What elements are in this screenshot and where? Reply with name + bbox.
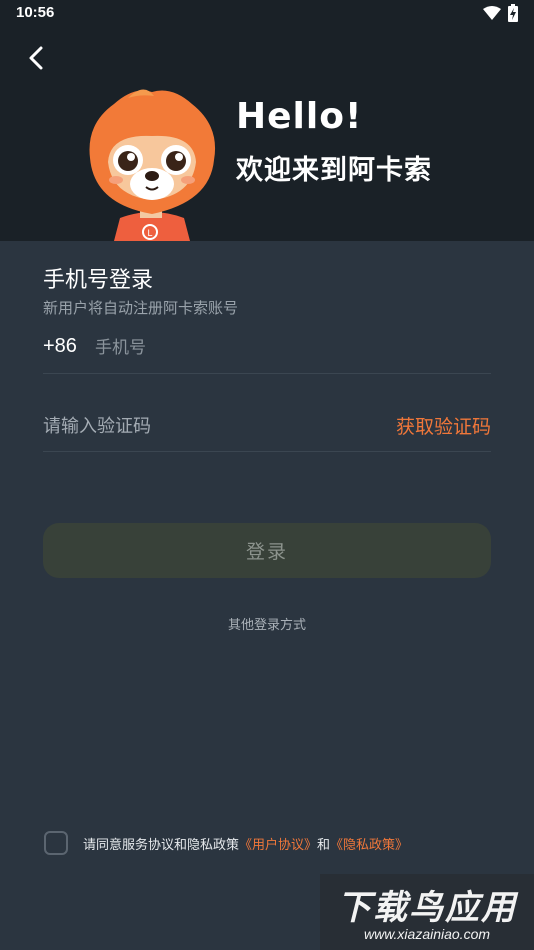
agreement-text-line: 请同意服务协议和隐私政策《用户协议》和《隐私政策》 (83, 834, 408, 853)
mascot-badge-letter: L (147, 228, 152, 238)
back-chevron-icon[interactable] (22, 42, 50, 74)
agreement-checkbox[interactable] (44, 831, 68, 855)
wifi-icon (483, 6, 501, 20)
verification-field-row: 获取验证码 (43, 404, 491, 452)
login-screen: 10:56 L Hello! 欢迎来到阿卡索 手机号登录 新用户将自动注册阿卡索… (0, 0, 534, 950)
phone-input[interactable] (95, 334, 475, 362)
agreement-row: 请同意服务协议和隐私政策《用户协议》和《隐私政策》 (44, 830, 514, 856)
phone-field-row: +86 (43, 328, 491, 374)
status-bar: 10:56 (0, 0, 534, 28)
battery-icon (508, 4, 518, 22)
user-agreement-link[interactable]: 《用户协议》 (239, 838, 317, 853)
login-button[interactable]: 登录 (43, 523, 491, 578)
other-login-link[interactable]: 其他登录方式 (0, 614, 534, 633)
status-time: 10:56 (16, 4, 55, 21)
privacy-policy-link[interactable]: 《隐私政策》 (330, 838, 408, 853)
welcome-banner: 10:56 L Hello! 欢迎来到阿卡索 (0, 0, 534, 241)
mascot-illustration: L (89, 89, 216, 241)
login-title: 手机号登录 (43, 268, 154, 293)
watermark-title: 下载鸟应用 (337, 888, 517, 928)
hello-title: Hello! (236, 96, 363, 137)
welcome-subtitle: 欢迎来到阿卡索 (236, 155, 432, 186)
watermark: 下载鸟应用 www.xiazainiao.com (320, 874, 534, 950)
watermark-url: www.xiazainiao.com (363, 926, 491, 942)
country-code[interactable]: +86 (43, 335, 77, 358)
agreement-text: 请同意服务协议和隐私政策 (83, 838, 240, 853)
verification-code-input[interactable] (43, 412, 363, 440)
get-code-button[interactable]: 获取验证码 (396, 412, 491, 439)
login-hint: 新用户将自动注册阿卡索账号 (43, 299, 239, 317)
agreement-and: 和 (317, 838, 331, 853)
